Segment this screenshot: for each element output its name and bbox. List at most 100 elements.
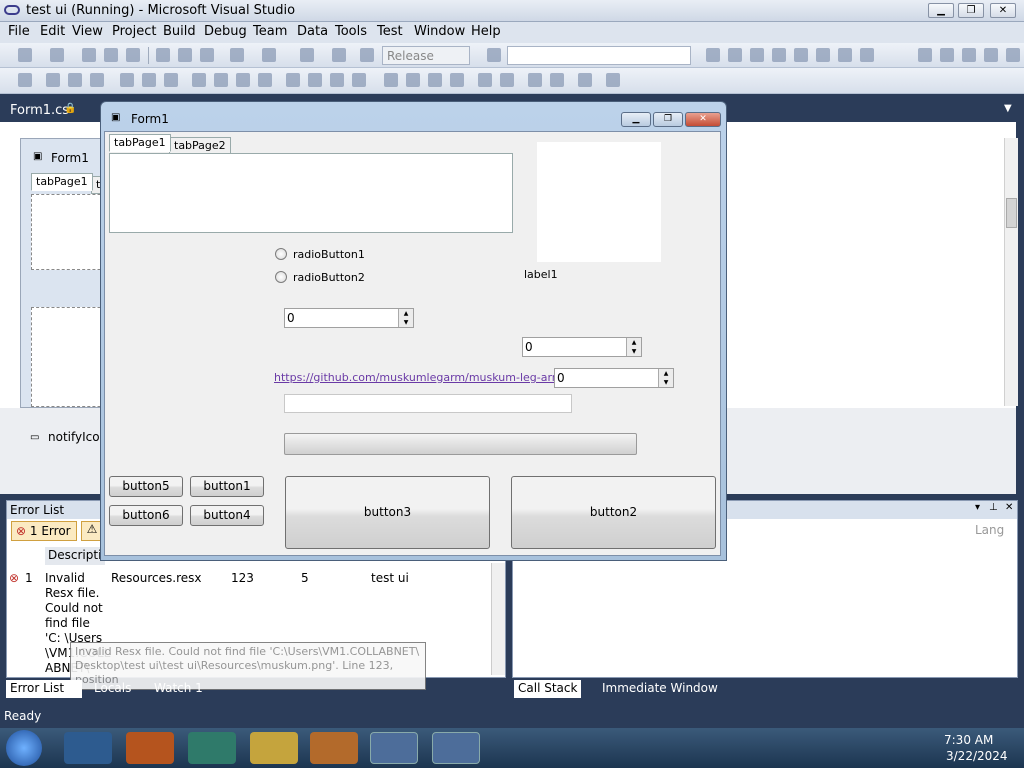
button6[interactable]: button6: [109, 505, 183, 526]
tab-form1-cs[interactable]: Form1.cs: [10, 103, 69, 118]
errors-filter-button[interactable]: ⊗ 1 Error: [11, 521, 77, 541]
new-project-icon[interactable]: [18, 48, 32, 62]
lock-controls-icon[interactable]: [606, 73, 620, 87]
menu-team[interactable]: Team: [253, 24, 287, 39]
button2[interactable]: button2: [511, 476, 716, 549]
restart-icon[interactable]: [984, 48, 998, 62]
tab-order-icon[interactable]: [578, 73, 592, 87]
align-right-icon[interactable]: [90, 73, 104, 87]
send-back-icon[interactable]: [550, 73, 564, 87]
same-height-icon[interactable]: [214, 73, 228, 87]
vspacing-remove-icon[interactable]: [450, 73, 464, 87]
minimize-button[interactable]: ▁: [928, 3, 954, 18]
tab-watch1[interactable]: Watch 1: [150, 680, 207, 698]
server-explorer-icon[interactable]: [838, 48, 852, 62]
paste-icon[interactable]: [200, 48, 214, 62]
pause-icon[interactable]: [940, 48, 954, 62]
align-top-icon[interactable]: [120, 73, 134, 87]
find-combo[interactable]: [507, 46, 691, 65]
col-description[interactable]: Descripti...: [45, 547, 113, 565]
vspacing-inc-icon[interactable]: [406, 73, 420, 87]
text-box[interactable]: [284, 394, 572, 413]
center-horiz-icon[interactable]: [478, 73, 492, 87]
menu-view[interactable]: View: [72, 24, 103, 39]
radio-button-2[interactable]: [275, 271, 287, 283]
pin-icon[interactable]: ⊥: [989, 502, 998, 513]
spinner-3[interactable]: ▲ ▼: [658, 369, 673, 387]
same-size-icon[interactable]: [236, 73, 250, 87]
maximize-button[interactable]: ❐: [958, 3, 984, 18]
vspacing-icon[interactable]: [384, 73, 398, 87]
center-vert-icon[interactable]: [500, 73, 514, 87]
menu-file[interactable]: File: [8, 24, 30, 39]
notify-icon-label[interactable]: notifyIcon: [48, 430, 107, 444]
config-dropdown[interactable]: Release: [382, 46, 470, 65]
ie-icon[interactable]: [64, 732, 112, 764]
firefox-icon[interactable]: [126, 732, 174, 764]
navigate-back-icon[interactable]: [300, 48, 314, 62]
tools-icon[interactable]: [794, 48, 808, 62]
undo-icon[interactable]: [230, 48, 244, 62]
copy-icon[interactable]: [178, 48, 192, 62]
github-link[interactable]: https://github.com/muskumlegarm/muskum-l…: [274, 371, 588, 384]
object-browser-icon[interactable]: [750, 48, 764, 62]
hspacing-icon[interactable]: [286, 73, 300, 87]
clock-time[interactable]: 7:30 AM: [944, 733, 993, 747]
numeric-updown-1[interactable]: 0 ▲ ▼: [284, 308, 414, 328]
numeric-updown-2[interactable]: 0 ▲ ▼: [522, 337, 642, 357]
stop-icon[interactable]: [962, 48, 976, 62]
align-grid-icon[interactable]: [18, 73, 32, 87]
find-icon[interactable]: [487, 48, 501, 62]
add-item-icon[interactable]: [50, 48, 64, 62]
hspacing-remove-icon[interactable]: [352, 73, 366, 87]
designer-tab-1[interactable]: tabPage1: [31, 173, 93, 191]
tab-call-stack[interactable]: Call Stack: [514, 680, 582, 698]
cut-icon[interactable]: [156, 48, 170, 62]
menu-edit[interactable]: Edit: [40, 24, 65, 39]
media-player-icon[interactable]: [310, 732, 358, 764]
button3[interactable]: button3: [285, 476, 490, 549]
continue-icon[interactable]: [918, 48, 932, 62]
hspacing-dec-icon[interactable]: [330, 73, 344, 87]
tab-locals[interactable]: Locals: [90, 680, 135, 698]
numeric-updown-3[interactable]: 0 ▲ ▼: [554, 368, 674, 388]
save-all-icon[interactable]: [126, 48, 140, 62]
vspacing-dec-icon[interactable]: [428, 73, 442, 87]
spinner-1[interactable]: ▲ ▼: [398, 309, 413, 327]
form-taskbar-icon[interactable]: [432, 732, 480, 764]
navigate-forward-icon[interactable]: [332, 48, 346, 62]
spinner-2[interactable]: ▲ ▼: [626, 338, 641, 356]
errorlist-scrollbar[interactable]: [491, 563, 505, 675]
chevron-down-icon[interactable]: ▼: [1004, 103, 1012, 114]
hspacing-inc-icon[interactable]: [308, 73, 322, 87]
align-bottom-icon[interactable]: [164, 73, 178, 87]
button5[interactable]: button5: [109, 476, 183, 497]
same-width-icon[interactable]: [192, 73, 206, 87]
menu-test[interactable]: Test: [377, 24, 403, 39]
app-icon[interactable]: [188, 732, 236, 764]
tab-immediate-window[interactable]: Immediate Window: [598, 680, 722, 698]
size-grid-icon[interactable]: [258, 73, 272, 87]
form1-minimize-button[interactable]: ▁: [621, 112, 651, 127]
start-debug-icon[interactable]: [360, 48, 374, 62]
form1-maximize-button[interactable]: ❐: [653, 112, 683, 127]
save-icon[interactable]: [104, 48, 118, 62]
clock-date[interactable]: 3/22/2024: [946, 749, 1008, 763]
menu-build[interactable]: Build: [163, 24, 196, 39]
open-icon[interactable]: [82, 48, 96, 62]
visual-studio-taskbar-icon[interactable]: [370, 732, 418, 764]
col-language[interactable]: Lang: [975, 523, 1004, 537]
menu-tools[interactable]: Tools: [335, 24, 367, 39]
panel-dropdown-icon[interactable]: ▾: [975, 502, 980, 513]
menu-debug[interactable]: Debug: [204, 24, 247, 39]
window-icon[interactable]: [860, 48, 874, 62]
align-left-icon[interactable]: [46, 73, 60, 87]
panel-close-icon[interactable]: ✕: [1005, 502, 1013, 513]
form1-close-button[interactable]: ✕: [685, 112, 721, 127]
close-button[interactable]: ✕: [990, 3, 1016, 18]
toolbox-icon[interactable]: [772, 48, 786, 62]
menu-data[interactable]: Data: [297, 24, 328, 39]
tab-error-list[interactable]: Error List: [6, 680, 82, 698]
radio-button-1[interactable]: [275, 248, 287, 260]
tab-page1[interactable]: tabPage1: [109, 134, 171, 152]
